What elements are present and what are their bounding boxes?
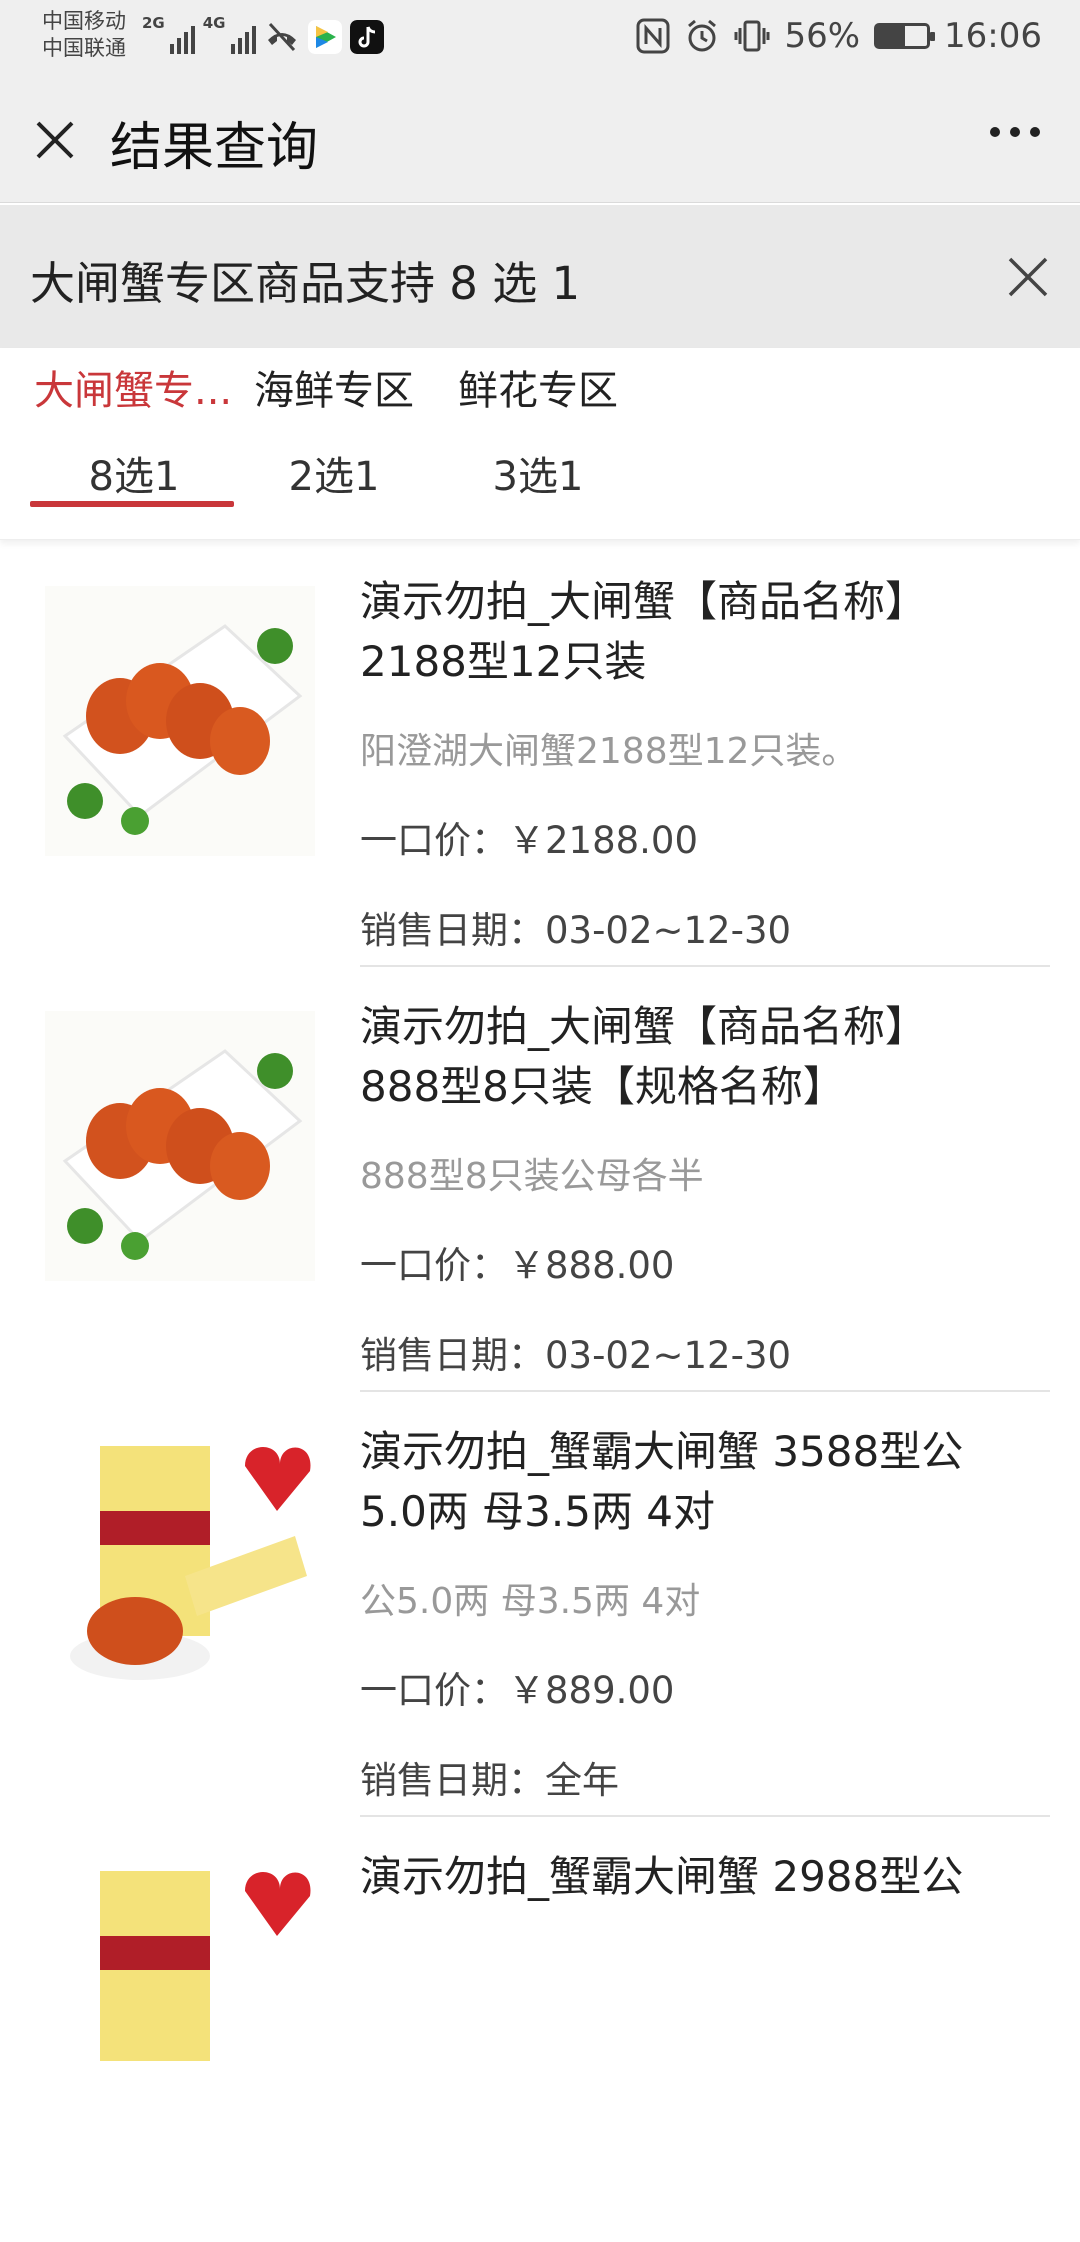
item-info: 演示勿拍_蟹霸大闸蟹 2988型公 (360, 1847, 1020, 1907)
battery-percent: 56% (784, 16, 861, 56)
clock: 16:06 (944, 16, 1042, 56)
item-date: 销售日期：全年 (360, 1759, 619, 1802)
tab-label: 海鲜专区 (254, 368, 414, 414)
list-item[interactable]: 演示勿拍_蟹霸大闸蟹 3588型公5.0两 母3.5两 4对 公5.0两 母3.… (0, 1392, 1080, 1817)
tab-sub: 3选1 (492, 454, 584, 500)
item-info: 演示勿拍_蟹霸大闸蟹 3588型公5.0两 母3.5两 4对 公5.0两 母3.… (360, 1422, 1020, 1804)
crab-plate-image (45, 586, 315, 856)
signal-2g-icon: 2G (142, 14, 195, 54)
item-name: 演示勿拍_蟹霸大闸蟹 2988型公 (360, 1852, 964, 1901)
tab-crab-zone[interactable]: 大闸蟹专... 8选1 (34, 358, 234, 502)
nav-bar: 结果查询 (0, 75, 1080, 203)
item-info: 演示勿拍_大闸蟹【商品名称】 888型8只装【规格名称】 888型8只装公母各半… (360, 997, 1020, 1379)
item-desc: 888型8只装公母各半 (360, 1156, 704, 1197)
tiktok-icon (349, 20, 384, 54)
net-type-1: 2G (142, 14, 165, 32)
more-menu-icon[interactable] (990, 127, 1040, 137)
item-name: 演示勿拍_蟹霸大闸蟹 3588型公5.0两 母3.5两 4对 (360, 1427, 964, 1536)
carrier-2: 中国联通 (42, 36, 126, 60)
battery-level (877, 26, 906, 46)
item-price: 一口价：￥889.00 (360, 1669, 675, 1712)
crab-giftbox-image (45, 1436, 315, 1706)
alarm-icon (688, 19, 717, 52)
crab-giftbox-image (45, 1861, 315, 2131)
video-app-icon (307, 20, 342, 54)
vibrate-icon (734, 20, 770, 52)
item-name: 演示勿拍_大闸蟹【商品名称】 888型8只装【规格名称】 (360, 1002, 928, 1111)
list-item[interactable]: 演示勿拍_大闸蟹【商品名称】 2188型12只装 阳澄湖大闸蟹2188型12只装… (0, 542, 1080, 967)
tab-seafood-zone[interactable]: 海鲜专区 2选1 (254, 358, 454, 502)
status-bar: 中国移动 中国联通 2G 4G 56% 16:06 (0, 0, 1080, 75)
tab-sub: 8选1 (88, 454, 180, 500)
tab-label: 鲜花专区 (458, 368, 618, 414)
close-icon[interactable] (30, 115, 80, 165)
nfc-icon (636, 18, 670, 54)
carrier-names: 中国移动 中国联通 (42, 8, 126, 62)
item-desc: 公5.0两 母3.5两 4对 (360, 1581, 701, 1622)
tab-label: 大闸蟹专... (34, 368, 233, 414)
banner-close-icon[interactable] (1004, 253, 1052, 301)
carrier-1: 中国移动 (42, 9, 126, 33)
status-icons-left: 2G 4G (142, 14, 384, 54)
category-tabs: 大闸蟹专... 8选1 海鲜专区 2选1 鲜花专区 3选1 (0, 348, 1080, 540)
list-item[interactable]: 演示勿拍_蟹霸大闸蟹 2988型公 (0, 1817, 1080, 2242)
promo-banner: 大闸蟹专区商品支持 8 选 1 (0, 205, 1080, 348)
item-desc: 阳澄湖大闸蟹2188型12只装。 (360, 731, 858, 772)
item-date: 销售日期：03-02~12-30 (360, 1334, 792, 1377)
item-info: 演示勿拍_大闸蟹【商品名称】 2188型12只装 阳澄湖大闸蟹2188型12只装… (360, 572, 1020, 954)
item-name: 演示勿拍_大闸蟹【商品名称】 2188型12只装 (360, 577, 928, 686)
item-date: 销售日期：03-02~12-30 (360, 909, 792, 952)
item-price: 一口价：￥888.00 (360, 1244, 675, 1287)
net-type-2: 4G (202, 14, 226, 32)
banner-text: 大闸蟹专区商品支持 8 选 1 (30, 257, 581, 310)
signal-4g-icon: 4G (203, 14, 256, 54)
list-item[interactable]: 演示勿拍_大闸蟹【商品名称】 888型8只装【规格名称】 888型8只装公母各半… (0, 967, 1080, 1392)
battery-icon (874, 23, 936, 49)
crab-plate-image (45, 1011, 315, 1281)
active-tab-indicator (30, 501, 234, 507)
no-call-icon (267, 22, 296, 52)
status-icons-right: 56% 16:06 (636, 16, 1042, 56)
item-price: 一口价：￥2188.00 (360, 819, 699, 862)
tab-flower-zone[interactable]: 鲜花专区 3选1 (458, 358, 658, 502)
tab-sub: 2选1 (288, 454, 380, 500)
page-title: 结果查询 (110, 118, 319, 178)
